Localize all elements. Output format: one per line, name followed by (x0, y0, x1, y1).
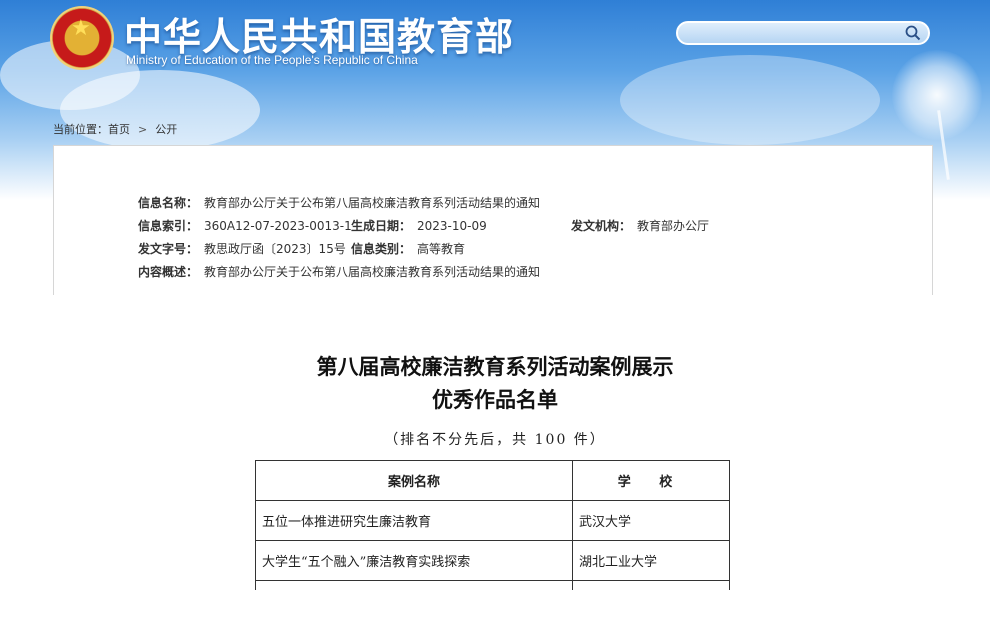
school-cell: 武汉大学 (572, 500, 730, 541)
breadcrumb-home-link[interactable]: 首页 (108, 121, 130, 137)
info-name-value: 教育部办公厅关于公布第八届高校廉洁教育系列活动结果的通知 (204, 196, 541, 210)
info-date-label: 生成日期： (351, 219, 412, 233)
info-org-value: 教育部办公厅 (637, 219, 710, 233)
info-summary-label: 内容概述： (138, 265, 199, 279)
cloud-decoration (60, 70, 260, 150)
site-subtitle: Ministry of Education of the People's Re… (126, 53, 418, 67)
table-row: 大学生“五个融入”廉洁教育实践探索 湖北工业大学 (255, 540, 730, 581)
column-header-case: 案例名称 (255, 460, 573, 501)
info-index-label: 信息索引： (138, 219, 199, 233)
case-name-cell: 五位一体推进研究生廉洁教育 (255, 500, 573, 541)
info-row-summary: 内容概述： 教育部办公厅关于公布第八届高校廉洁教育系列活动结果的通知 (138, 263, 540, 280)
case-name-cell: 大学生“五个融入”廉洁教育实践探索 (255, 540, 573, 581)
info-category-label: 信息类别： (351, 242, 412, 256)
search-box[interactable] (676, 21, 930, 45)
info-row-index: 信息索引： 360A12-07-2023-0013-1 (138, 217, 352, 234)
info-row-category: 信息类别： 高等教育 (351, 240, 465, 257)
table-row: 五位一体推进研究生廉洁教育 武汉大学 (255, 500, 730, 541)
document-title-line2: 优秀作品名单 (432, 387, 558, 412)
document-title-line1: 第八届高校廉洁教育系列活动案例展示 (316, 354, 674, 379)
school-cell: 湖北工业大学 (572, 540, 730, 581)
info-summary-value: 教育部办公厅关于公布第八届高校廉洁教育系列活动结果的通知 (204, 265, 541, 279)
breadcrumb-prefix: 当前位置： (53, 123, 108, 136)
info-row-date: 生成日期： 2023-10-09 (351, 217, 487, 234)
cloud-decoration (620, 55, 880, 145)
info-row-name: 信息名称： 教育部办公厅关于公布第八届高校廉洁教育系列活动结果的通知 (138, 194, 540, 211)
breadcrumb-public-link[interactable]: 公开 (155, 121, 177, 137)
column-header-school: 学 校 (572, 460, 730, 501)
info-category-value: 高等教育 (417, 242, 466, 256)
info-index-value: 360A12-07-2023-0013-1 (204, 219, 352, 233)
info-panel: 信息名称： 教育部办公厅关于公布第八届高校廉洁教育系列活动结果的通知 信息索引： 3… (53, 145, 933, 295)
breadcrumb-separator: > (138, 123, 148, 136)
document-subtitle: （排名不分先后，共 100 件） (384, 432, 606, 448)
dandelion-decoration (892, 50, 982, 140)
star-icon: ★ (71, 16, 91, 41)
table-header-row: 案例名称 学 校 (255, 460, 730, 501)
breadcrumb: 当前位置：首页 > 公开 (53, 121, 177, 137)
national-emblem-icon[interactable]: ★ (52, 8, 112, 68)
search-input[interactable] (688, 25, 898, 43)
search-icon[interactable] (904, 24, 922, 42)
info-docno-value: 教思政厅函〔2023〕15号 (204, 242, 346, 256)
info-date-value: 2023-10-09 (417, 219, 487, 233)
viewport-bottom-cutoff (0, 590, 990, 637)
info-org-label: 发文机构： (571, 219, 632, 233)
info-docno-label: 发文字号： (138, 242, 199, 256)
info-name-label: 信息名称： (138, 196, 199, 210)
info-row-docno: 发文字号： 教思政厅函〔2023〕15号 (138, 240, 346, 257)
info-row-org: 发文机构： 教育部办公厅 (571, 217, 709, 234)
